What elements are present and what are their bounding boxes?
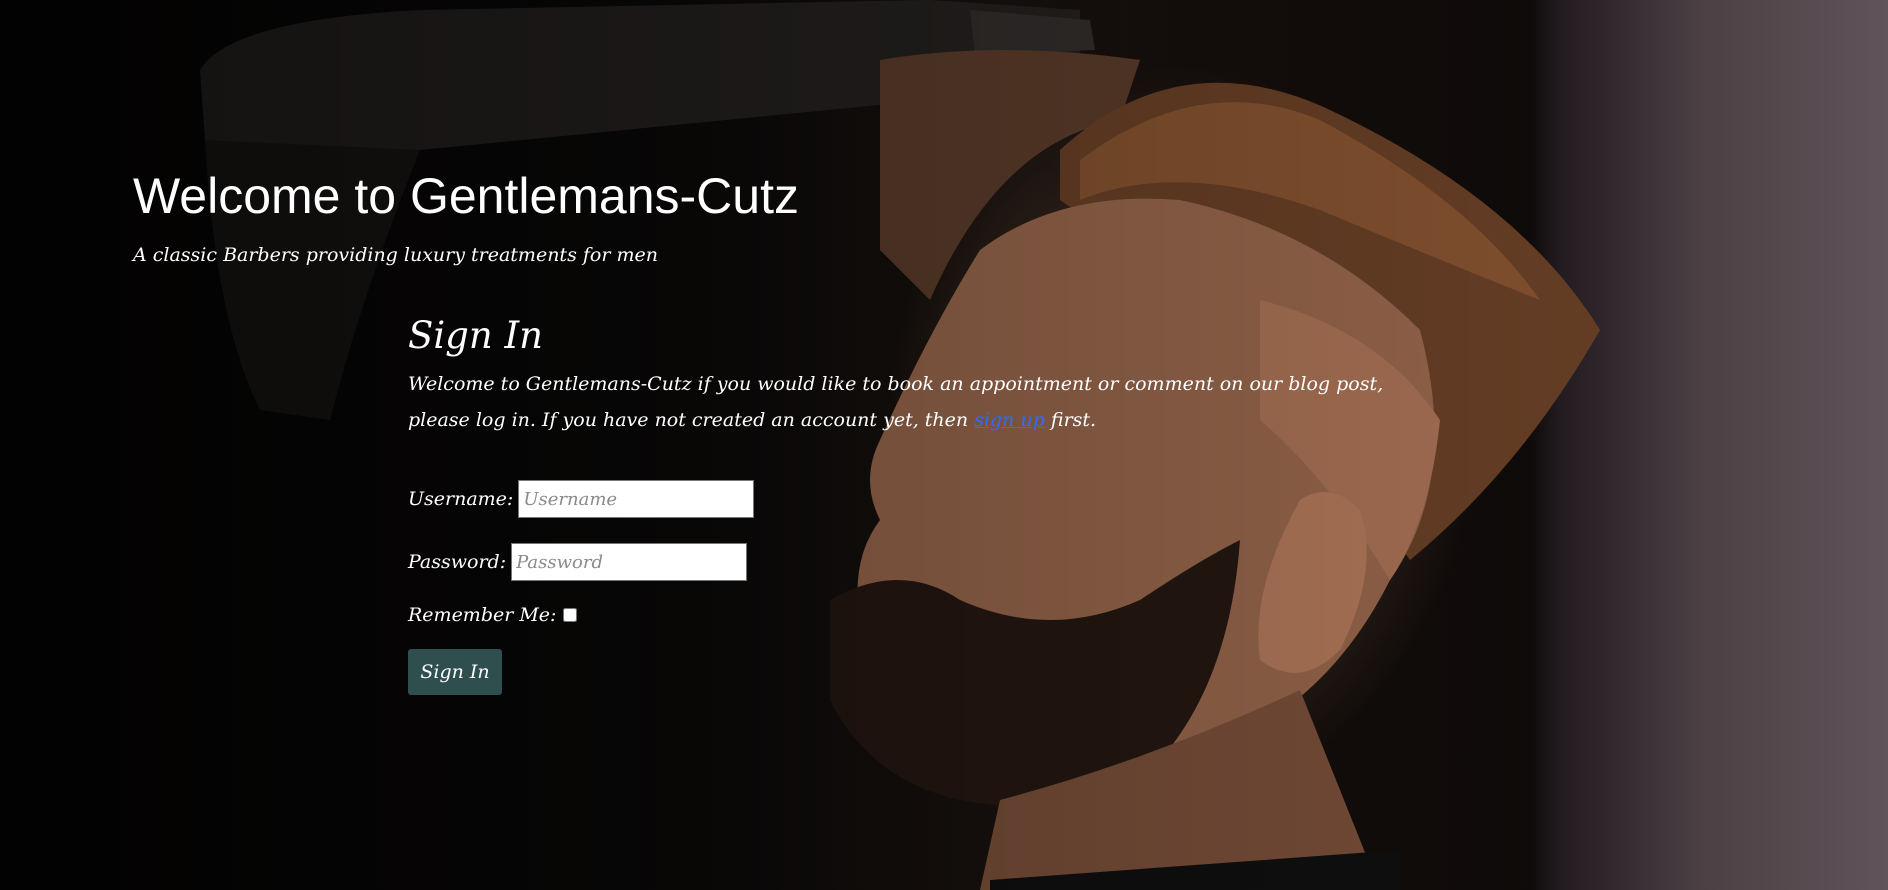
site-tagline: A classic Barbers providing luxury treat… [133,244,658,266]
username-row: Username: [408,478,1458,520]
username-label: Username: [408,488,514,510]
password-label: Password: [408,551,507,573]
signin-section: Sign In Welcome to Gentlemans-Cutz if yo… [408,312,1458,695]
site-title: Welcome to Gentlemans-Cutz [133,168,799,224]
username-input[interactable] [518,480,755,518]
password-input[interactable] [511,543,748,581]
remember-me-label: Remember Me: [408,604,557,626]
signup-link[interactable]: sign up [974,409,1045,431]
signin-button[interactable]: Sign In [408,649,502,695]
signin-form: Username: Password: Remember Me: Sign In [408,478,1458,695]
remember-row: Remember Me: [408,603,1458,627]
remember-me-checkbox[interactable] [563,608,578,622]
signin-heading: Sign In [408,314,543,357]
signin-intro: Welcome to Gentlemans-Cutz if you would … [408,366,1448,438]
password-row: Password: [408,541,1458,583]
intro-text-before: Welcome to Gentlemans-Cutz if you would … [408,373,1384,431]
intro-text-after: first. [1044,409,1097,431]
